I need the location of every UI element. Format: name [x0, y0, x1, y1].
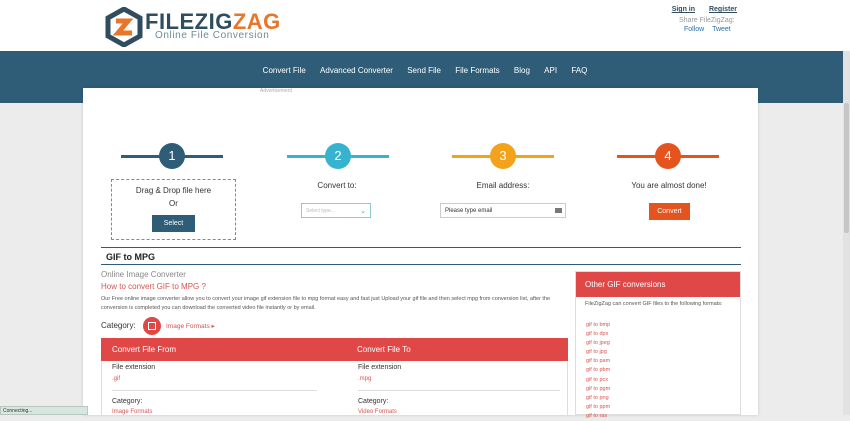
email-placeholder: Please type email: [445, 208, 493, 214]
advertisement-label: Advertisement: [260, 88, 292, 94]
step-4-circle: 4: [655, 143, 681, 169]
conversion-link-pcx[interactable]: gif to pcx: [586, 376, 610, 385]
how-to-convert-link[interactable]: How to convert GIF to MPG ?: [101, 282, 206, 291]
convert-to-label: Convert to:: [317, 181, 357, 190]
section-bottom-rule: [101, 264, 741, 265]
conversion-link-ppm[interactable]: gif to ppm: [586, 403, 610, 412]
conversion-table: File extension .gif File extension .mpg …: [101, 361, 568, 415]
nav-send-file[interactable]: Send File: [407, 66, 441, 75]
top-header: FILEZIGZAG Online File Conversion Sign i…: [0, 0, 850, 51]
from-ext-value: .gif: [112, 376, 121, 382]
conversion-link-pam[interactable]: gif to pam: [586, 357, 610, 366]
nav-faq[interactable]: FAQ: [571, 66, 587, 75]
register-link[interactable]: Register: [709, 6, 737, 13]
select-file-button[interactable]: Select: [152, 215, 195, 232]
step-3-circle: 3: [490, 143, 516, 169]
follow-link[interactable]: Follow: [684, 26, 704, 33]
conversion-link-jpg[interactable]: gif to jpg: [586, 348, 610, 357]
nav-file-formats[interactable]: File Formats: [455, 66, 499, 75]
from-ext-label: File extension: [112, 364, 156, 371]
to-category-label: Category:: [358, 398, 389, 405]
step-1-circle: 1: [159, 143, 185, 169]
sign-in-link[interactable]: Sign in: [672, 6, 695, 13]
filezigzag-logo-icon[interactable]: [104, 7, 144, 47]
browser-status-bar: Connecting...: [0, 406, 88, 415]
col-convert-to: Convert File To: [357, 345, 411, 354]
sidebar-intro: FileZigZag can convert GIF files to the …: [585, 301, 723, 307]
nav-advanced-converter[interactable]: Advanced Converter: [320, 66, 393, 75]
nav-convert-file[interactable]: Convert File: [263, 66, 306, 75]
almost-done-label: You are almost done!: [631, 181, 707, 190]
conversion-link-dpx[interactable]: gif to dpx: [586, 330, 610, 339]
to-row-divider: [358, 390, 560, 391]
section-title: GIF to MPG: [106, 252, 155, 262]
to-ext-value: .mpg: [358, 376, 372, 382]
nav-api[interactable]: API: [544, 66, 557, 75]
email-field[interactable]: Please type email: [440, 203, 566, 218]
conversion-link-jpeg[interactable]: gif to jpeg: [586, 339, 610, 348]
convert-button[interactable]: Convert: [649, 203, 690, 220]
keyboard-icon: [555, 208, 562, 213]
brand-tagline: Online File Conversion: [155, 30, 270, 41]
chevron-down-icon: ⌄: [360, 208, 366, 215]
from-category-link[interactable]: Image Formats: [112, 409, 152, 415]
share-label: Share FileZigZag:: [679, 17, 735, 24]
conversion-link-bmp[interactable]: gif to bmp: [586, 321, 610, 330]
section-description: Our Free online image converter allow yo…: [101, 296, 551, 311]
image-category-icon: [143, 317, 161, 335]
drop-zone-or: Or: [169, 199, 178, 208]
to-ext-label: File extension: [358, 364, 402, 371]
sidebar-title: Other GIF conversions: [576, 272, 740, 297]
conversion-link-pbm[interactable]: gif to pbm: [586, 366, 610, 375]
convert-type-placeholder: Select type...: [306, 208, 335, 214]
auth-links: Sign in Register: [660, 6, 737, 13]
main-nav: Convert File Advanced Converter Send Fil…: [0, 66, 850, 75]
tweet-link[interactable]: Tweet: [712, 26, 731, 33]
nav-blog[interactable]: Blog: [514, 66, 530, 75]
sidebar-links: gif to bmp gif to dpx gif to jpeg gif to…: [586, 321, 610, 421]
to-category-link[interactable]: Video Formats: [358, 409, 397, 415]
conversion-link-ras[interactable]: gif to ras: [586, 412, 610, 421]
category-label: Category:: [101, 321, 136, 330]
from-category-label: Category:: [112, 398, 143, 405]
share-links: Follow Tweet: [684, 26, 737, 33]
from-row-divider: [112, 390, 317, 391]
image-formats-link[interactable]: Image Formats ▸: [166, 322, 215, 330]
conversion-link-pgm[interactable]: gif to pgm: [586, 385, 610, 394]
step-2-circle: 2: [325, 143, 351, 169]
conversion-link-png[interactable]: gif to png: [586, 394, 610, 403]
col-convert-from: Convert File From: [112, 345, 177, 354]
section-top-rule: [101, 247, 741, 248]
drop-zone-text: Drag & Drop file here: [135, 186, 212, 195]
conversion-table-header: Convert File From Convert File To: [101, 338, 568, 361]
other-conversions-sidebar: Other GIF conversions FileZigZag can con…: [575, 271, 741, 419]
section-subtitle: Online Image Converter: [101, 270, 186, 279]
convert-type-select[interactable]: Select type... ⌄: [301, 203, 371, 218]
email-label: Email address:: [476, 181, 530, 190]
scrollbar-thumb[interactable]: [844, 103, 849, 233]
